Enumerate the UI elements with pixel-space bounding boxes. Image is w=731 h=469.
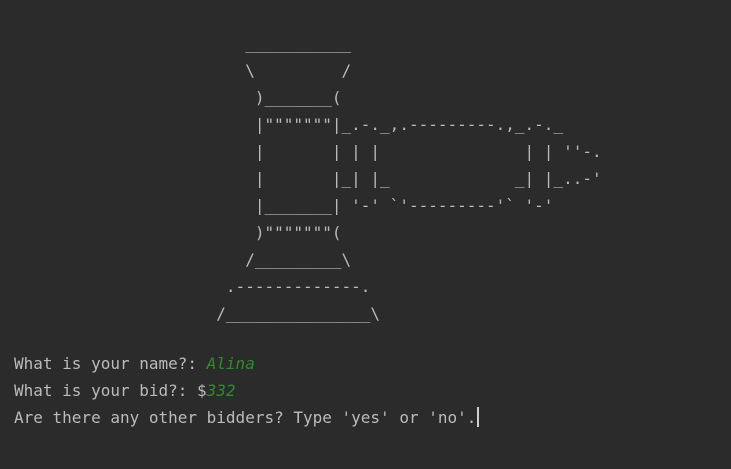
bidders-line[interactable]: Are there any other bidders? Type 'yes' … (14, 404, 480, 431)
name-prompt: What is your name?: (14, 354, 207, 373)
name-line: What is your name?: Alina (14, 350, 479, 377)
console-output[interactable]: ___________ \ / )_______( |"""""""|_.-._… (0, 0, 731, 469)
bid-prompt: What is your bid?: $ (14, 381, 207, 400)
bidders-prompt: Are there any other bidders? Type 'yes' … (14, 408, 477, 427)
prompt-lines: What is your name?: Alina What is your b… (14, 350, 480, 431)
bid-line: What is your bid?: $332 (14, 377, 479, 404)
bid-input-value: 332 (206, 381, 236, 400)
gavel-ascii-art: ___________ \ / )_______( |"""""""|_.-._… (216, 34, 602, 323)
text-cursor[interactable] (477, 407, 480, 427)
name-input-value: Alina (206, 354, 255, 373)
